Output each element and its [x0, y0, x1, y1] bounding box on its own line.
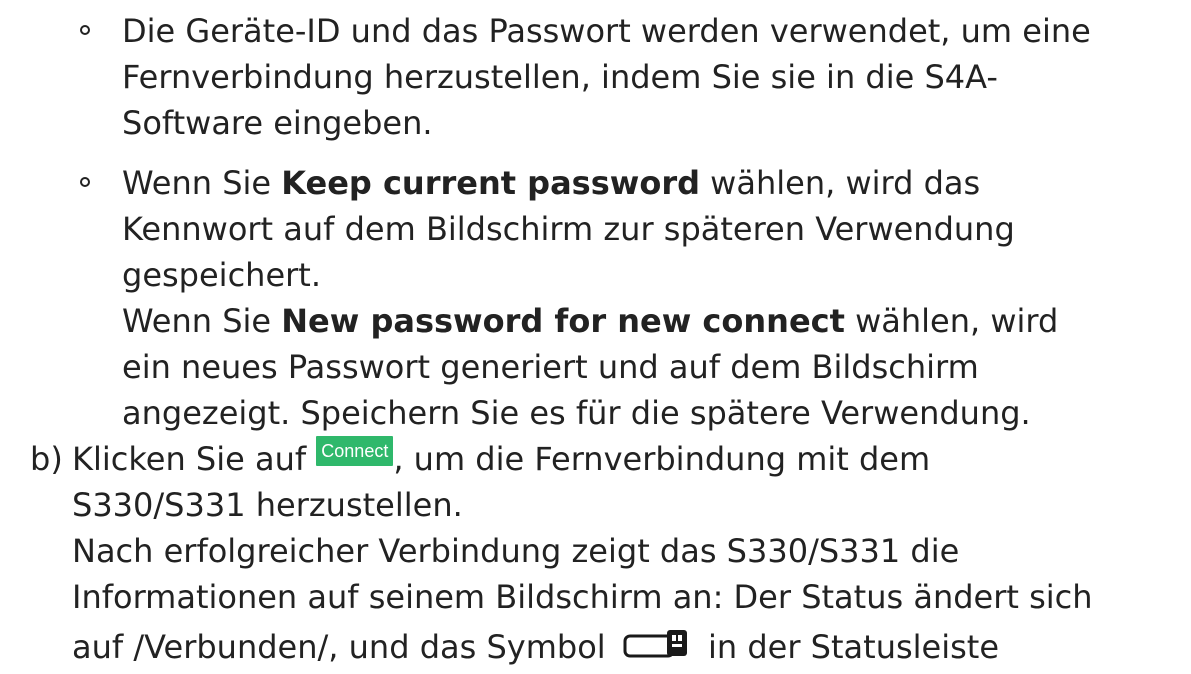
text-fragment: Wenn Sie	[122, 302, 282, 340]
text-fragment: wählen, wird das	[700, 164, 981, 202]
bullet-text: Wenn Sie Keep current password wählen, w…	[122, 160, 1182, 436]
text-line: Fernverbindung herzustellen, indem Sie s…	[122, 58, 998, 96]
bullet-text: Die Geräte-ID und das Passwort werden ve…	[122, 8, 1182, 146]
text-line: auf /Verbunden/, und das Symbol in der S…	[72, 624, 1182, 670]
document-page: Die Geräte-ID und das Passwort werden ve…	[0, 0, 1191, 666]
text-fragment: in der Statusleiste	[697, 628, 1000, 666]
bullet-marker	[80, 25, 90, 35]
text-line: angezeigt. Speichern Sie es für die spät…	[122, 394, 1031, 432]
text-line: Wenn Sie New password for new connect wä…	[122, 298, 1182, 344]
text-line: Software eingeben.	[122, 104, 433, 142]
step-marker: b)	[30, 440, 63, 478]
text-line: Die Geräte-ID und das Passwort werden ve…	[122, 12, 1091, 50]
text-line: gespeichert.	[122, 256, 321, 294]
text-line: S330/S331 herzustellen.	[72, 486, 463, 524]
text-fragment: , um die Fernverbindung mit dem	[393, 440, 931, 478]
bullet-marker	[80, 177, 90, 187]
text-line: Kennwort auf dem Bildschirm zur späteren…	[122, 210, 1015, 248]
text-line: Nach erfolgreicher Verbindung zeigt das …	[72, 532, 960, 570]
text-line: Wenn Sie Keep current password wählen, w…	[122, 160, 1182, 206]
text-fragment: Wenn Sie	[122, 164, 282, 202]
connect-button[interactable]: Connect	[316, 436, 394, 466]
text-fragment: wählen, wird	[844, 302, 1059, 340]
step-text: Klicken Sie auf Connect, um die Fernverb…	[72, 436, 1182, 670]
usb-connection-icon	[622, 626, 692, 662]
text-line: Klicken Sie auf Connect, um die Fernverb…	[72, 436, 1182, 482]
option-keep-current-password: Keep current password	[281, 164, 700, 202]
text-fragment: Klicken Sie auf	[72, 440, 317, 478]
text-line: ein neues Passwort generiert und auf dem…	[122, 348, 979, 386]
text-fragment: auf /Verbunden/, und das Symbol	[72, 628, 616, 666]
text-line: Informationen auf seinem Bildschirm an: …	[72, 578, 1093, 616]
option-new-password: New password for new connect	[281, 302, 845, 340]
